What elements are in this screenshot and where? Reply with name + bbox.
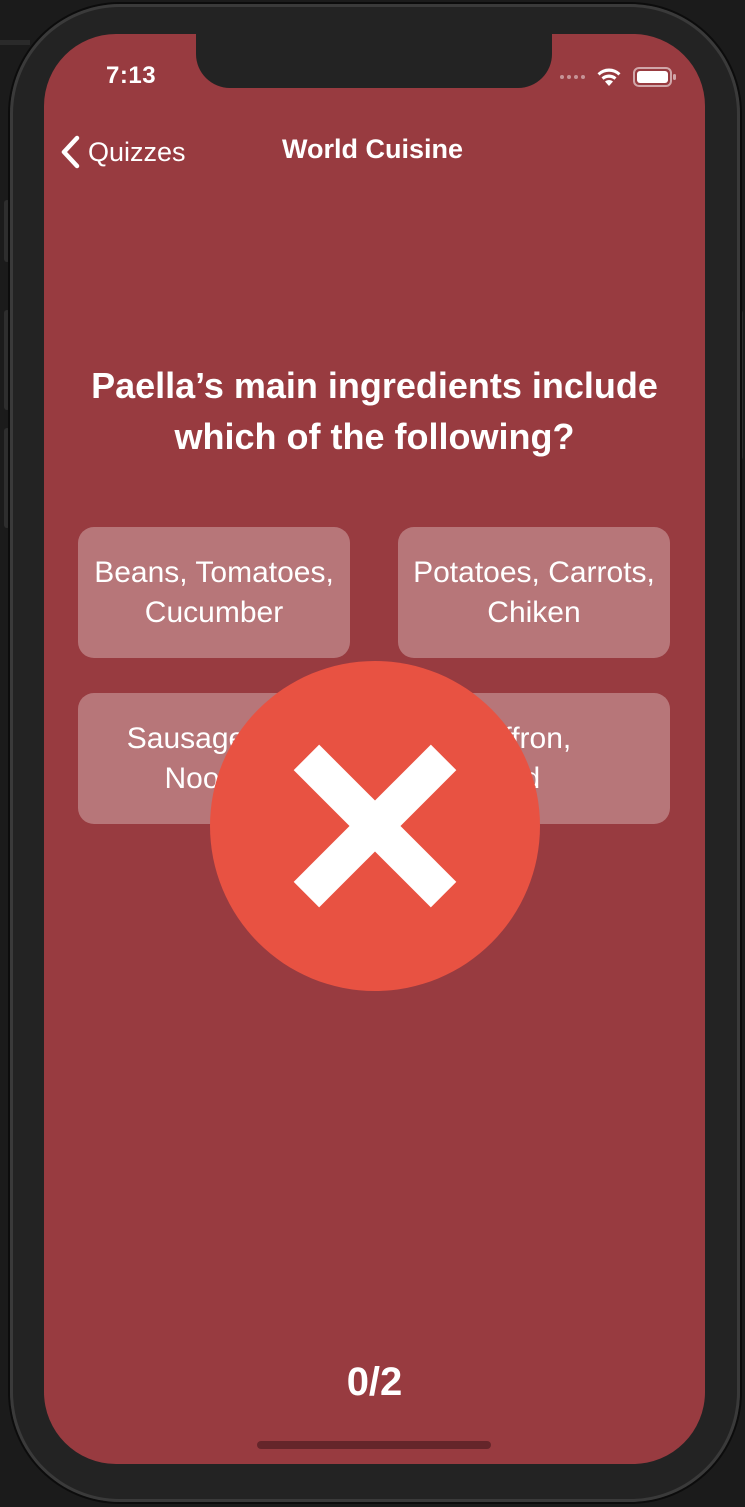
navigation-bar: Quizzes World Cuisine (44, 130, 705, 174)
battery-icon (633, 67, 676, 87)
wrong-answer-feedback (210, 661, 540, 991)
status-icons (560, 66, 677, 88)
wrong-answer-x-icon (293, 744, 457, 908)
desktop-edge-strip (0, 40, 30, 45)
answer-option-2-text: Potatoes, Carrots, Chiken (413, 555, 655, 629)
wifi-icon (597, 68, 621, 86)
chevron-left-icon (61, 135, 80, 169)
answer-option-1[interactable]: Beans, Tomatoes, Cucumber (78, 527, 350, 658)
back-button[interactable]: Quizzes (58, 130, 186, 174)
answer-option-1-text: Beans, Tomatoes, Cucumber (94, 555, 334, 629)
question-text: Paella’s main ingredients include which … (91, 365, 658, 457)
score-counter: 0/2 (346, 1360, 403, 1404)
page-title: World Cuisine (282, 134, 464, 164)
answer-option-2[interactable]: Potatoes, Carrots, Chiken (398, 527, 670, 658)
status-time: 7:13 (106, 62, 157, 89)
device-notch (196, 34, 552, 88)
home-indicator[interactable] (257, 1441, 491, 1449)
back-button-label: Quizzes (88, 136, 186, 167)
app-screen: 7:13 Quizzes World Cuisine Paella’s main… (44, 34, 705, 1464)
cellular-signal-icon (560, 75, 585, 79)
